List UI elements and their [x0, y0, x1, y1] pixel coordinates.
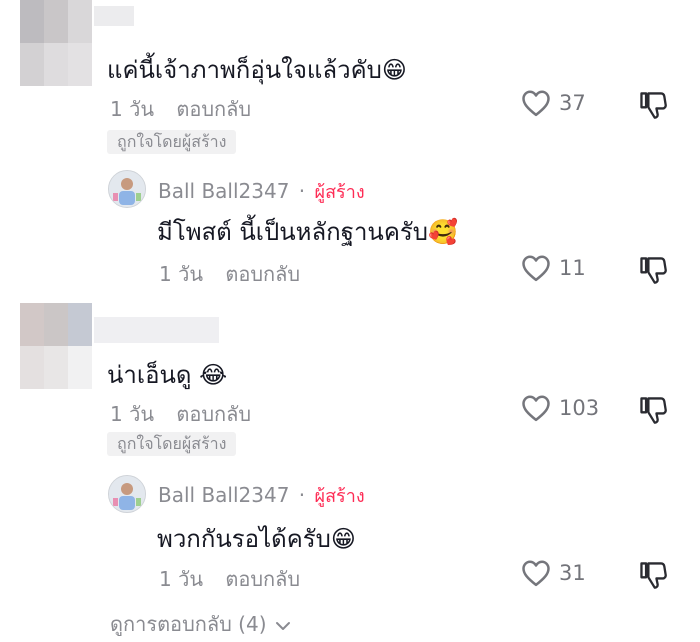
- comment-text: แค่นี้เจ้าภาพก็อุ่นใจแล้วคับ😁: [107, 56, 407, 84]
- reply-meta: 1 วัน ตอบกลับ: [159, 563, 300, 595]
- username[interactable]: [94, 317, 219, 343]
- reply-text: พวกกันรอได้ครับ😁: [157, 525, 356, 553]
- thumbs-down-icon[interactable]: [639, 90, 667, 120]
- reply-author-line: Ball Ball2347 · ผู้สร้าง: [158, 177, 365, 206]
- reply-author-line: Ball Ball2347 · ผู้สร้าง: [158, 481, 365, 510]
- reply-button[interactable]: ตอบกลับ: [225, 262, 300, 286]
- hearts-emoji: 🥰: [428, 218, 458, 246]
- grin-emoji: 😁: [381, 56, 407, 84]
- chevron-down-icon: [275, 620, 291, 632]
- like-count: 37: [559, 91, 586, 115]
- heart-outline-icon[interactable]: [521, 89, 551, 117]
- laughing-emoji: 😂: [199, 361, 228, 389]
- like-count: 11: [559, 256, 586, 280]
- separator: ·: [298, 179, 306, 203]
- timestamp: 1 วัน: [159, 567, 203, 591]
- creator-label: ผู้สร้าง: [314, 182, 365, 203]
- liked-by-creator-badge: ถูกใจโดยผู้สร้าง: [107, 432, 237, 456]
- reply-author[interactable]: Ball Ball2347: [158, 179, 289, 203]
- reply-author[interactable]: Ball Ball2347: [158, 483, 289, 507]
- reply-meta: 1 วัน ตอบกลับ: [159, 258, 300, 290]
- grin-emoji: 😁: [330, 525, 356, 553]
- comment-text: น่าเอ็นดู 😂: [107, 361, 228, 389]
- liked-by-creator-badge: ถูกใจโดยผู้สร้าง: [107, 130, 237, 154]
- reply-avatar[interactable]: [108, 170, 146, 208]
- reply-avatar[interactable]: [108, 475, 146, 513]
- timestamp: 1 วัน: [110, 402, 154, 426]
- thumbs-down-icon[interactable]: [639, 255, 667, 285]
- heart-outline-icon[interactable]: [521, 254, 551, 282]
- comment-meta: 1 วัน ตอบกลับ: [110, 93, 251, 125]
- like-count: 103: [559, 396, 600, 420]
- view-replies-button[interactable]: ดูการตอบกลับ (4): [110, 608, 291, 640]
- creator-label: ผู้สร้าง: [314, 486, 365, 507]
- reply-button[interactable]: ตอบกลับ: [225, 567, 300, 591]
- separator: ·: [298, 483, 306, 507]
- thumbs-down-icon[interactable]: [639, 560, 667, 590]
- view-replies-label: ดูการตอบกลับ (4): [110, 612, 267, 636]
- username[interactable]: [94, 6, 134, 26]
- avatar[interactable]: [20, 303, 92, 389]
- timestamp: 1 วัน: [159, 262, 203, 286]
- like-count: 31: [559, 561, 586, 585]
- comment-meta: 1 วัน ตอบกลับ: [110, 398, 251, 430]
- reply-button[interactable]: ตอบกลับ: [176, 97, 251, 121]
- avatar[interactable]: [20, 0, 92, 86]
- heart-outline-icon[interactable]: [521, 559, 551, 587]
- reply-button[interactable]: ตอบกลับ: [176, 402, 251, 426]
- reply-text: มีโพสต์ นี้เป็นหลักฐานครับ🥰: [157, 218, 458, 246]
- heart-outline-icon[interactable]: [521, 394, 551, 422]
- thumbs-down-icon[interactable]: [639, 395, 667, 425]
- timestamp: 1 วัน: [110, 97, 154, 121]
